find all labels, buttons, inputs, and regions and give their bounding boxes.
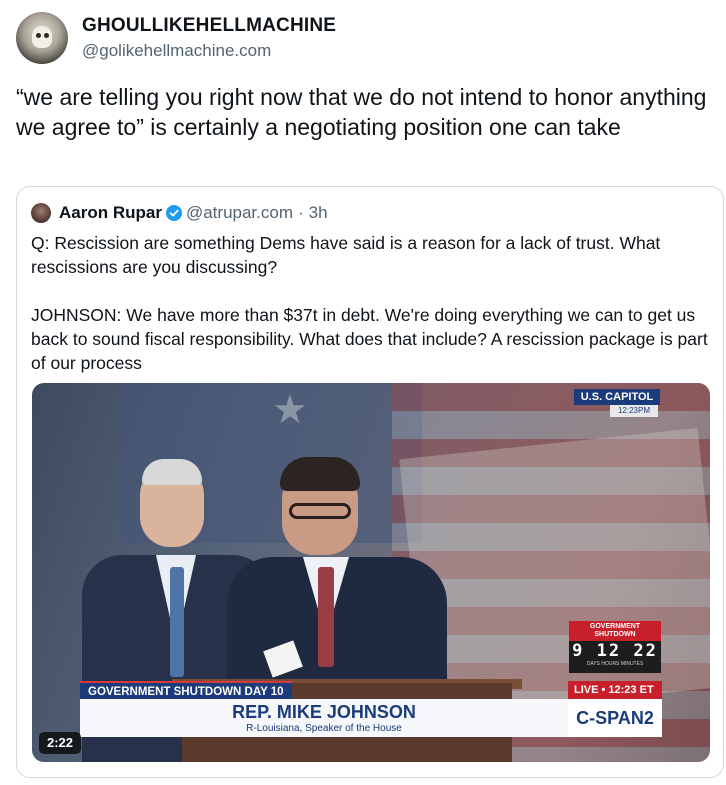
- shutdown-clock-label: GOVERNMENT SHUTDOWN: [569, 621, 661, 641]
- avatar-eye-left: [36, 33, 41, 38]
- quoted-post[interactable]: Aaron Rupar @atrupar.com · 3h Q: Resciss…: [16, 186, 724, 778]
- shutdown-clock: GOVERNMENT SHUTDOWN 9 12 22 DAYS HOURS M…: [569, 621, 661, 673]
- location-overlay: U.S. CAPITOL 12:23PM: [574, 389, 660, 423]
- author-display-name[interactable]: GHOULLIKEHELLMACHINE: [82, 15, 336, 37]
- post-text: “we are telling you right now that we do…: [16, 84, 707, 140]
- quoted-post-time[interactable]: 3h: [309, 203, 328, 223]
- quoted-author-handle[interactable]: @atrupar.com: [186, 203, 293, 223]
- quoted-author-avatar[interactable]: [31, 203, 51, 223]
- avatar-eye-right: [44, 33, 49, 38]
- location-time: 12:23PM: [610, 405, 658, 417]
- author-handle[interactable]: @golikehellmachine.com: [82, 41, 336, 61]
- chyron: REP. MIKE JOHNSON R-Louisiana, Speaker o…: [80, 699, 568, 737]
- quoted-author-name[interactable]: Aaron Rupar: [59, 203, 162, 223]
- author-names: GHOULLIKEHELLMACHINE @golikehellmachine.…: [82, 15, 336, 61]
- location-label: U.S. CAPITOL: [574, 389, 660, 405]
- verified-badge-icon: [165, 205, 182, 221]
- meta-separator: ·: [298, 203, 304, 222]
- quoted-post-header: Aaron Rupar @atrupar.com · 3h: [31, 203, 328, 223]
- author-avatar[interactable]: [16, 12, 68, 64]
- video-player[interactable]: ★ U.S. CAPITOL 12:23PM GOVERNMENT SHUTDO…: [32, 383, 710, 762]
- live-tag: LIVE • 12:23 ET: [568, 681, 662, 699]
- shutdown-clock-time: 9 12 22: [572, 641, 658, 661]
- post-author[interactable]: GHOULLIKEHELLMACHINE @golikehellmachine.…: [16, 12, 336, 64]
- chyron-name: REP. MIKE JOHNSON: [232, 702, 416, 722]
- avatar-skull-art: [32, 26, 52, 48]
- chyron-tag: GOVERNMENT SHUTDOWN DAY 10: [80, 681, 292, 699]
- chyron-subtitle: R-Louisiana, Speaker of the House: [246, 723, 402, 734]
- background-star: ★: [272, 388, 308, 432]
- shutdown-clock-units: DAYS HOURS MINUTES: [586, 661, 644, 667]
- network-logo: C-SPAN2: [568, 699, 662, 737]
- quoted-post-text: Q: Rescission are something Dems have sa…: [31, 233, 708, 373]
- video-duration: 2:22: [39, 732, 82, 754]
